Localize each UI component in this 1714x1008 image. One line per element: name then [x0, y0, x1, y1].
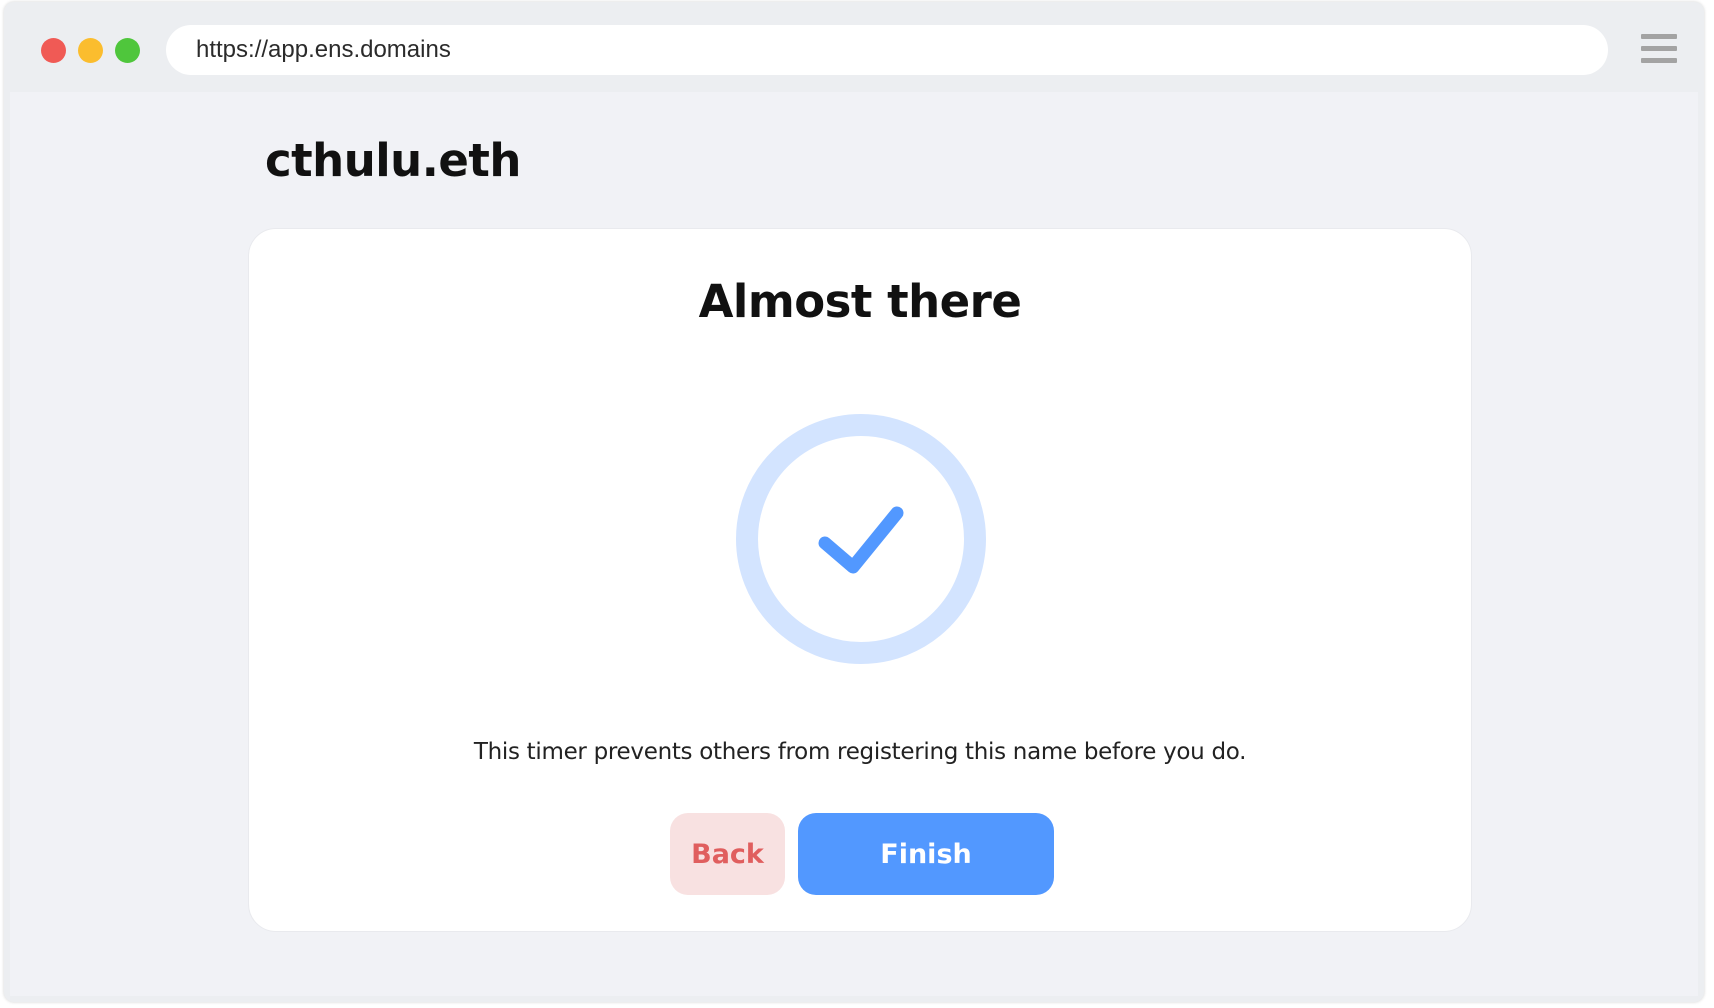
address-bar[interactable]: https://app.ens.domains [166, 25, 1608, 75]
registration-card: Almost there This timer prevents others … [248, 228, 1472, 932]
domain-name-heading: cthulu.eth [265, 134, 521, 187]
checkmark-icon [818, 506, 904, 574]
browser-toolbar: https://app.ens.domains [4, 2, 1704, 92]
hamburger-menu-icon[interactable] [1641, 34, 1677, 68]
maximize-dot-icon[interactable] [115, 38, 140, 63]
page-content: cthulu.eth Almost there This timer preve… [10, 92, 1698, 996]
back-button[interactable]: Back [670, 813, 785, 895]
card-title: Almost there [698, 275, 1022, 328]
close-dot-icon[interactable] [41, 38, 66, 63]
check-circle-icon [721, 399, 1001, 679]
browser-window: https://app.ens.domains cthulu.eth Almos… [4, 2, 1704, 1002]
minimize-dot-icon[interactable] [78, 38, 103, 63]
timer-description: This timer prevents others from register… [473, 739, 1247, 765]
address-bar-url: https://app.ens.domains [196, 36, 451, 63]
finish-button[interactable]: Finish [798, 813, 1054, 895]
progress-ring [736, 414, 986, 664]
